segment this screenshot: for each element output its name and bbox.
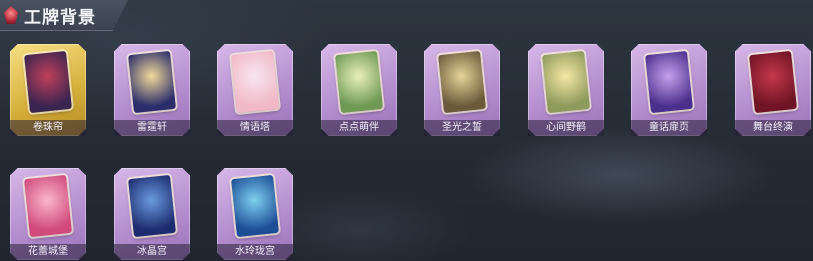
badge-card[interactable]: 花蕾城堡 <box>10 168 86 260</box>
card-art <box>231 174 279 238</box>
card-art <box>335 50 383 114</box>
card-label: 花蕾城堡 <box>28 246 68 257</box>
badge-card[interactable]: 舞台终演 <box>735 44 811 136</box>
card-art <box>128 50 176 114</box>
card-label: 童话扉页 <box>649 122 689 133</box>
card-label: 圣光之誓 <box>442 122 482 133</box>
badge-card[interactable]: 卷珠帘 <box>10 44 86 136</box>
card-label: 情语塔 <box>240 122 270 133</box>
card-art <box>438 50 486 114</box>
badge-card[interactable]: 雷霆轩 <box>114 44 190 136</box>
card-label: 舞台终演 <box>753 122 793 133</box>
badge-card[interactable]: 心间野鹤 <box>528 44 604 136</box>
card-art <box>128 174 176 238</box>
card-label: 卷珠帘 <box>33 122 63 133</box>
badge-card[interactable]: 情语塔 <box>217 44 293 136</box>
card-label: 水玲珑宫 <box>235 246 275 257</box>
card-art <box>542 50 590 114</box>
card-art <box>24 174 72 238</box>
card-art <box>749 50 797 114</box>
badge-card[interactable]: 点点萌伴 <box>321 44 397 136</box>
card-art <box>645 50 693 114</box>
card-art <box>231 50 279 114</box>
card-label: 雷霆轩 <box>137 122 167 133</box>
card-art <box>24 50 72 114</box>
badge-card[interactable]: 冰晶宫 <box>114 168 190 260</box>
badge-card[interactable]: 圣光之誓 <box>424 44 500 136</box>
card-label: 心间野鹤 <box>546 122 586 133</box>
badge-background-grid: 卷珠帘 雷霆轩 情语塔 点点萌伴 圣光之誓 心间野鹤 童话扉页 舞台终演 花蕾城… <box>0 0 813 261</box>
badge-card[interactable]: 水玲珑宫 <box>217 168 293 260</box>
card-label: 点点萌伴 <box>339 122 379 133</box>
card-label: 冰晶宫 <box>137 246 167 257</box>
badge-card[interactable]: 童话扉页 <box>631 44 707 136</box>
